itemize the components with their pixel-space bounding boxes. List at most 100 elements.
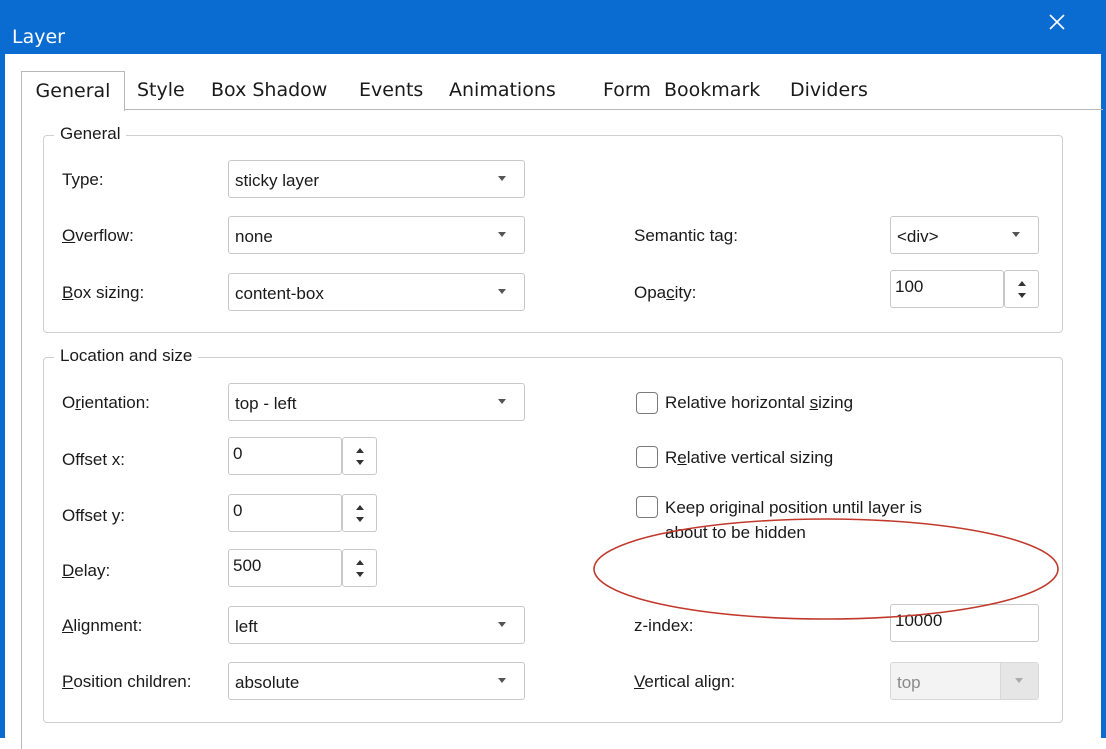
box-sizing-label: Box sizing: xyxy=(62,283,144,303)
alignment-label: Alignment: xyxy=(62,616,142,636)
general-group-title: General xyxy=(54,124,127,144)
chevron-down-icon xyxy=(1015,678,1023,683)
delay-label: Delay: xyxy=(62,561,110,581)
relative-horizontal-label-pre: Relative horizontal xyxy=(665,393,810,412)
position-children-label: Position children: xyxy=(62,672,191,692)
delay-label-accel: D xyxy=(62,561,75,580)
dialog-client-area: General Style Box Shadow Events Animatio… xyxy=(5,54,1103,749)
chevron-down-icon xyxy=(498,176,506,181)
spin-up-icon xyxy=(1018,281,1026,286)
offset-y-value: 0 xyxy=(233,501,243,520)
z-index-label: z-index: xyxy=(634,616,694,635)
tab-box-shadow[interactable]: Box Shadow xyxy=(211,77,327,109)
opacity-label-accel: c xyxy=(666,283,675,302)
z-index-value: 10000 xyxy=(895,611,943,630)
keep-original-label-line2[interactable]: about to be hidden xyxy=(665,523,806,543)
tab-events[interactable]: Events xyxy=(359,77,423,109)
spin-up-icon xyxy=(356,505,364,510)
chevron-down-icon xyxy=(498,232,506,237)
alignment-label-accel: A xyxy=(62,616,74,635)
orientation-select[interactable]: top - left xyxy=(228,383,525,421)
close-button[interactable] xyxy=(1030,0,1086,46)
delay-value: 500 xyxy=(233,556,262,575)
opacity-value: 100 xyxy=(895,277,924,296)
overflow-select[interactable]: none xyxy=(228,216,525,254)
relative-horizontal-label[interactable]: Relative horizontal sizing xyxy=(665,393,853,413)
overflow-label-text: verflow: xyxy=(75,226,134,245)
offset-y-stepper[interactable] xyxy=(342,494,377,532)
position-children-label-accel: P xyxy=(62,672,74,691)
overflow-select-value: none xyxy=(235,227,273,246)
type-label: Type: xyxy=(62,170,104,189)
offset-x-value: 0 xyxy=(233,444,243,463)
box-sizing-select[interactable]: content-box xyxy=(228,273,525,311)
relative-vertical-checkbox[interactable] xyxy=(636,446,658,468)
offset-y-label: Offset y: xyxy=(62,506,125,525)
chevron-down-icon xyxy=(498,399,506,404)
z-index-input[interactable]: 10000 xyxy=(890,604,1039,642)
semantic-tag-label: Semantic tag: xyxy=(634,226,738,245)
opacity-label: Opacity: xyxy=(634,283,696,303)
relative-vertical-label-accel: e xyxy=(677,448,687,467)
offset-x-stepper[interactable] xyxy=(342,437,377,475)
box-sizing-select-value: content-box xyxy=(235,284,324,303)
window-title: Layer xyxy=(12,26,65,48)
opacity-stepper[interactable] xyxy=(1004,270,1039,308)
spin-up-icon xyxy=(356,448,364,453)
type-select[interactable]: sticky layer xyxy=(228,160,525,198)
semantic-tag-select[interactable]: <div> xyxy=(890,216,1039,254)
close-icon xyxy=(1049,14,1065,30)
relative-vertical-label[interactable]: Relative vertical sizing xyxy=(665,448,833,468)
spin-down-icon xyxy=(356,460,364,465)
alignment-select-value: left xyxy=(235,617,258,636)
keep-original-checkbox[interactable] xyxy=(636,496,658,518)
box-sizing-label-accel: B xyxy=(62,283,74,302)
tab-bookmark[interactable]: Bookmark xyxy=(664,77,760,109)
location-size-group-title: Location and size xyxy=(54,346,199,366)
relative-horizontal-label-text: izing xyxy=(818,393,854,412)
tab-dividers[interactable]: Dividers xyxy=(790,77,868,109)
orientation-label-pre: O xyxy=(62,393,76,412)
overflow-label: Overflow: xyxy=(62,226,134,246)
delay-stepper[interactable] xyxy=(342,549,377,587)
opacity-label-text: ity: xyxy=(674,283,697,302)
relative-vertical-label-pre: R xyxy=(665,448,678,467)
alignment-select[interactable]: left xyxy=(228,606,525,644)
delay-label-text: elay: xyxy=(74,561,111,580)
opacity-input[interactable]: 100 xyxy=(890,270,1004,308)
vertical-align-value: top xyxy=(897,673,921,692)
tab-panel-border xyxy=(21,109,1103,110)
relative-horizontal-checkbox[interactable] xyxy=(636,392,658,414)
dialog-window: Layer General Style Box Shadow Events An… xyxy=(0,0,1106,749)
offset-y-input[interactable]: 0 xyxy=(228,494,342,532)
orientation-select-value: top - left xyxy=(235,394,297,413)
offset-x-label: Offset x: xyxy=(62,450,125,469)
relative-horizontal-label-accel: s xyxy=(809,393,819,412)
offset-x-input[interactable]: 0 xyxy=(228,437,342,475)
vertical-align-select[interactable]: top xyxy=(890,662,1039,700)
delay-input[interactable]: 500 xyxy=(228,549,342,587)
tab-panel-border-left xyxy=(21,109,22,749)
chevron-down-icon xyxy=(1012,232,1020,237)
spin-down-icon xyxy=(356,517,364,522)
spin-down-icon xyxy=(1018,293,1026,298)
tab-style[interactable]: Style xyxy=(137,77,185,109)
opacity-label-pre: Opa xyxy=(634,283,667,302)
vertical-align-label-text: ertical align: xyxy=(644,672,736,691)
position-children-label-text: osition children: xyxy=(73,672,192,691)
chevron-down-icon xyxy=(498,622,506,627)
alignment-label-text: lignment: xyxy=(73,616,143,635)
tab-animations[interactable]: Animations xyxy=(449,77,556,109)
overflow-label-accel: O xyxy=(62,226,76,245)
type-select-value: sticky layer xyxy=(235,171,320,190)
vertical-align-label-accel: V xyxy=(634,672,645,691)
tab-form[interactable]: Form xyxy=(603,77,651,109)
spin-down-icon xyxy=(356,572,364,577)
keep-original-label-line1[interactable]: Keep original position until layer is xyxy=(665,498,922,518)
orientation-label-text: ientation: xyxy=(80,393,150,412)
position-children-select[interactable]: absolute xyxy=(228,662,525,700)
chevron-down-icon xyxy=(498,289,506,294)
position-children-select-value: absolute xyxy=(235,673,300,692)
tab-general[interactable]: General xyxy=(21,71,125,111)
semantic-tag-value: <div> xyxy=(897,227,939,246)
